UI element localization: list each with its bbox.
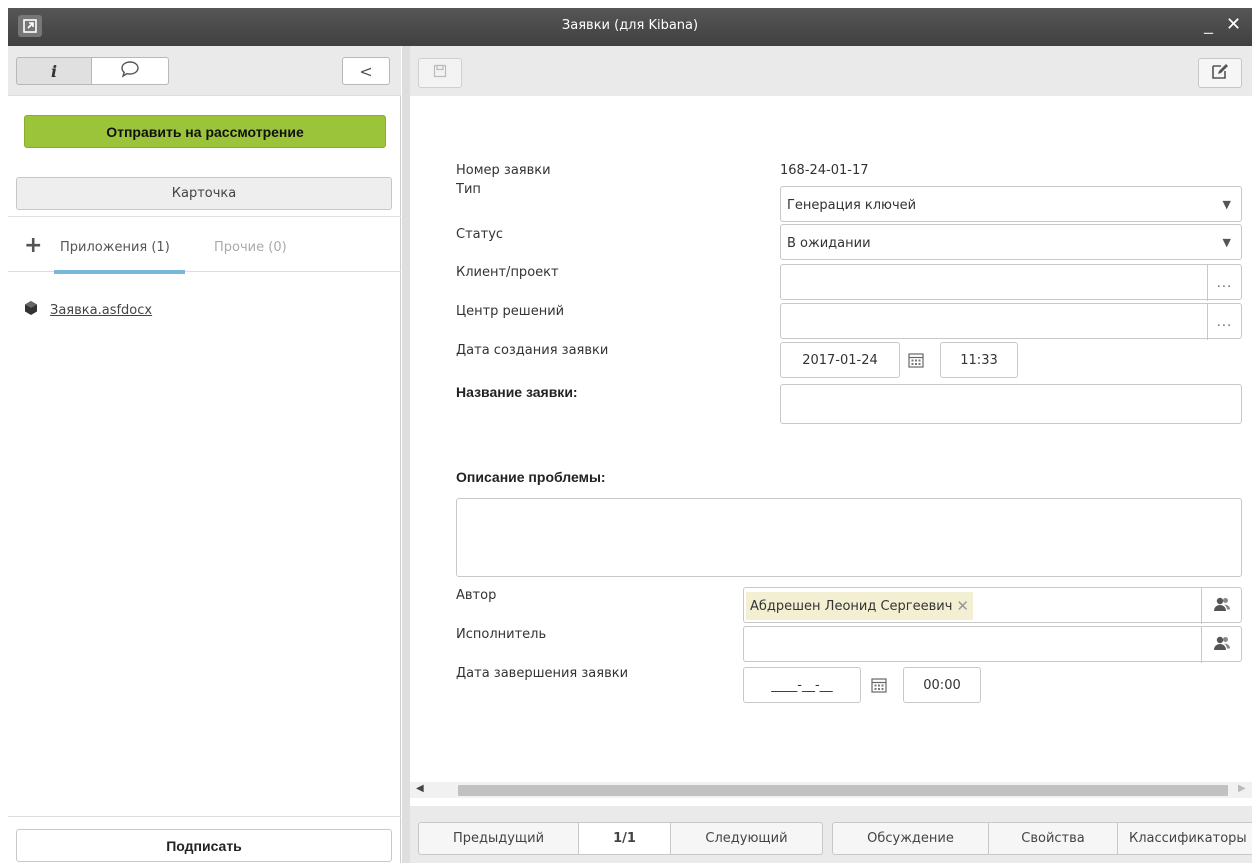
edit-button[interactable] bbox=[1198, 58, 1242, 88]
left-toolbar: i < bbox=[8, 46, 401, 96]
panel-splitter[interactable] bbox=[402, 46, 410, 863]
bottom-navigation: Предыдущий 1/1 Следующий Обсуждение Свой… bbox=[410, 806, 1252, 863]
request-number-value: 168-24-01-17 bbox=[780, 163, 869, 178]
users-icon bbox=[1213, 635, 1231, 655]
client-project-field[interactable]: ... bbox=[780, 264, 1242, 301]
finish-date-input[interactable]: ____-__-__ bbox=[743, 667, 861, 703]
document-icon bbox=[24, 300, 38, 320]
problem-description-textarea[interactable] bbox=[456, 498, 1242, 577]
author-name: Абдрешен Леонид Сергеевич bbox=[750, 598, 953, 614]
client-project-label: Клиент/проект bbox=[456, 265, 559, 280]
info-icon: i bbox=[50, 61, 58, 81]
next-button[interactable]: Следующий bbox=[670, 822, 823, 855]
dropdown-arrow-icon: ▼ bbox=[1222, 198, 1231, 211]
executor-label: Исполнитель bbox=[456, 627, 547, 642]
finish-time-input[interactable]: 00:00 bbox=[903, 667, 981, 703]
floppy-disk-icon bbox=[433, 64, 447, 82]
tab-info[interactable]: i bbox=[16, 57, 92, 85]
divider bbox=[8, 216, 401, 217]
solution-center-label: Центр решений bbox=[456, 304, 565, 319]
active-tab-indicator bbox=[54, 270, 185, 274]
center-picker-button[interactable]: ... bbox=[1207, 304, 1241, 340]
users-icon bbox=[1213, 596, 1231, 616]
status-label: Статус bbox=[456, 227, 504, 242]
tab-classifiers[interactable]: Классификаторы bbox=[1117, 822, 1252, 855]
remove-author-icon[interactable]: ✕ bbox=[956, 597, 969, 615]
attachment-item: Заявка.asfdocx bbox=[24, 300, 152, 320]
plus-icon[interactable]: + bbox=[24, 235, 42, 257]
close-button[interactable]: ✕ bbox=[1226, 14, 1241, 35]
send-for-review-button[interactable]: Отправить на рассмотрение bbox=[24, 115, 386, 148]
author-picker-button[interactable] bbox=[1201, 588, 1241, 624]
attachment-link[interactable]: Заявка.asfdocx bbox=[50, 303, 152, 318]
author-chip: Абдрешен Леонид Сергеевич ✕ bbox=[746, 592, 973, 620]
request-name-input[interactable] bbox=[780, 384, 1242, 424]
status-selected-value: В ожидании bbox=[787, 236, 871, 251]
type-select[interactable]: Генерация ключей ▼ bbox=[780, 186, 1242, 222]
right-toolbar bbox=[410, 46, 1252, 96]
save-button[interactable] bbox=[418, 58, 462, 88]
scroll-right-arrow-icon[interactable]: ▶ bbox=[1238, 783, 1246, 794]
pencil-icon bbox=[1211, 62, 1229, 84]
request-number-label: Номер заявки bbox=[456, 163, 551, 178]
tab-properties[interactable]: Свойства bbox=[988, 822, 1118, 855]
right-panel: Номер заявки 168-24-01-17 Тип Генерация … bbox=[410, 46, 1252, 863]
author-field[interactable]: Абдрешен Леонид Сергеевич ✕ bbox=[743, 587, 1242, 624]
scroll-left-arrow-icon[interactable]: ◀ bbox=[416, 783, 424, 794]
creation-date-input[interactable]: 2017-01-24 bbox=[780, 342, 900, 378]
request-name-label: Название заявки: bbox=[456, 384, 578, 400]
minimize-button[interactable]: _ bbox=[1204, 14, 1213, 35]
sign-button[interactable]: Подписать bbox=[16, 829, 392, 862]
creation-time-input[interactable]: 11:33 bbox=[940, 342, 1018, 378]
attachments-tabs: + Приложения (1) Прочие (0) bbox=[8, 228, 401, 274]
type-selected-value: Генерация ключей bbox=[787, 198, 917, 213]
page-indicator: 1/1 bbox=[578, 822, 671, 855]
calendar-icon[interactable] bbox=[907, 351, 925, 369]
tab-comments[interactable] bbox=[91, 57, 169, 85]
card-button[interactable]: Карточка bbox=[16, 177, 392, 210]
chevron-left-icon: < bbox=[359, 61, 373, 81]
finish-date-label: Дата завершения заявки bbox=[456, 666, 629, 681]
status-select[interactable]: В ожидании ▼ bbox=[780, 224, 1242, 260]
comment-icon bbox=[120, 60, 140, 82]
solution-center-field[interactable]: ... bbox=[780, 303, 1242, 340]
type-label: Тип bbox=[456, 182, 481, 197]
previous-button[interactable]: Предыдущий bbox=[418, 822, 579, 855]
creation-date-label: Дата создания заявки bbox=[456, 343, 609, 358]
dropdown-arrow-icon: ▼ bbox=[1222, 236, 1231, 249]
executor-field[interactable] bbox=[743, 626, 1242, 663]
author-label: Автор bbox=[456, 588, 497, 603]
problem-description-label: Описание проблемы: bbox=[456, 469, 606, 485]
scrollbar-thumb[interactable] bbox=[458, 785, 1228, 796]
horizontal-scrollbar[interactable]: ◀ ▶ bbox=[410, 782, 1252, 798]
tab-attachments[interactable]: Приложения (1) bbox=[60, 240, 170, 255]
tab-other[interactable]: Прочие (0) bbox=[214, 240, 287, 255]
executor-picker-button[interactable] bbox=[1201, 627, 1241, 663]
tab-discussion[interactable]: Обсуждение bbox=[832, 822, 989, 855]
left-panel: i < Отправить на рассмотрение Карточка +… bbox=[8, 46, 401, 863]
calendar-icon[interactable] bbox=[870, 676, 888, 694]
window-titlebar: Заявки (для Kibana) _ ✕ bbox=[8, 8, 1252, 46]
collapse-panel-button[interactable]: < bbox=[342, 57, 390, 85]
client-picker-button[interactable]: ... bbox=[1207, 265, 1241, 301]
divider bbox=[8, 816, 401, 817]
window-title: Заявки (для Kibana) bbox=[561, 18, 699, 33]
